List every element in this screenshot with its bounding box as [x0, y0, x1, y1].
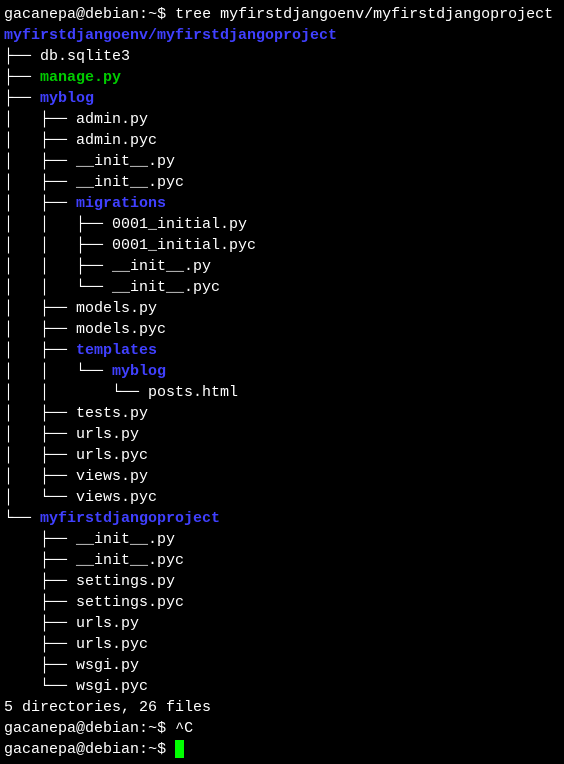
prompt-line-3[interactable]: gacanepa@debian:~$ [4, 739, 560, 760]
prompt-user: gacanepa [4, 6, 76, 23]
prompt-line-2: gacanepa@debian:~$ ^C [4, 718, 560, 739]
tree-row: ├── manage.py [4, 67, 560, 88]
file-project-init-pyc: __init__.pyc [76, 552, 184, 569]
tree-row: │ ├── migrations [4, 193, 560, 214]
file-init-py: __init__.py [76, 153, 175, 170]
cursor-icon [175, 740, 184, 758]
dir-myblog: myblog [40, 90, 94, 107]
tree-row: ├── __init__.pyc [4, 550, 560, 571]
tree-row: │ ├── urls.pyc [4, 445, 560, 466]
tree-row: │ ├── templates [4, 340, 560, 361]
dir-myfirstdjangoproject: myfirstdjangoproject [40, 510, 220, 527]
file-posts-html: posts.html [148, 384, 238, 401]
file-db-sqlite3: db.sqlite3 [40, 48, 130, 65]
file-init-pyc: __init__.pyc [76, 174, 184, 191]
file-wsgi-py: wsgi.py [76, 657, 139, 674]
tree-summary: 5 directories, 26 files [4, 697, 560, 718]
file-wsgi-pyc: wsgi.pyc [76, 678, 148, 695]
tree-row: └── wsgi.pyc [4, 676, 560, 697]
file-project-init-py: __init__.py [76, 531, 175, 548]
tree-row: ├── myblog [4, 88, 560, 109]
tree-row: │ │ └── __init__.pyc [4, 277, 560, 298]
file-views-py: views.py [76, 468, 148, 485]
tree-row: │ │ ├── 0001_initial.pyc [4, 235, 560, 256]
tree-row: │ ├── models.pyc [4, 319, 560, 340]
tree-row: │ ├── urls.py [4, 424, 560, 445]
tree-row: │ │ └── myblog [4, 361, 560, 382]
file-0001-initial-py: 0001_initial.py [112, 216, 247, 233]
file-models-py: models.py [76, 300, 157, 317]
file-admin-pyc: admin.pyc [76, 132, 157, 149]
tree-row: ├── urls.pyc [4, 634, 560, 655]
root-directory: myfirstdjangoenv/myfirstdjangoproject [4, 27, 337, 44]
command-tree: tree myfirstdjangoenv/myfirstdjangoproje… [175, 6, 553, 23]
file-urls-py: urls.py [76, 426, 139, 443]
file-migrations-init-pyc: __init__.pyc [112, 279, 220, 296]
prompt-symbol: $ [157, 6, 166, 23]
dir-migrations: migrations [76, 195, 166, 212]
file-migrations-init-py: __init__.py [112, 258, 211, 275]
file-urls-pyc: urls.pyc [76, 447, 148, 464]
tree-row: ├── __init__.py [4, 529, 560, 550]
tree-row: │ ├── admin.pyc [4, 130, 560, 151]
tree-row: │ ├── tests.py [4, 403, 560, 424]
file-views-pyc: views.pyc [76, 489, 157, 506]
prompt-line-1: gacanepa@debian:~$ tree myfirstdjangoenv… [4, 4, 560, 25]
prompt-path: ~ [148, 6, 157, 23]
file-manage-py: manage.py [40, 69, 121, 86]
file-project-urls-pyc: urls.pyc [76, 636, 148, 653]
tree-root: myfirstdjangoenv/myfirstdjangoproject [4, 25, 560, 46]
file-settings-pyc: settings.pyc [76, 594, 184, 611]
tree-row: ├── settings.py [4, 571, 560, 592]
file-models-pyc: models.pyc [76, 321, 166, 338]
tree-row: ├── wsgi.py [4, 655, 560, 676]
tree-row: │ │ └── posts.html [4, 382, 560, 403]
file-settings-py: settings.py [76, 573, 175, 590]
tree-row: └── myfirstdjangoproject [4, 508, 560, 529]
tree-row: │ ├── __init__.py [4, 151, 560, 172]
dir-templates-myblog: myblog [112, 363, 166, 380]
tree-row: │ │ ├── __init__.py [4, 256, 560, 277]
tree-row: │ │ ├── 0001_initial.py [4, 214, 560, 235]
command-ctrl-c: ^C [175, 720, 193, 737]
file-tests-py: tests.py [76, 405, 148, 422]
file-admin-py: admin.py [76, 111, 148, 128]
file-0001-initial-pyc: 0001_initial.pyc [112, 237, 256, 254]
tree-row: ├── db.sqlite3 [4, 46, 560, 67]
tree-row: ├── settings.pyc [4, 592, 560, 613]
tree-row: ├── urls.py [4, 613, 560, 634]
tree-row: │ ├── views.py [4, 466, 560, 487]
tree-row: │ ├── admin.py [4, 109, 560, 130]
file-project-urls-py: urls.py [76, 615, 139, 632]
tree-row: │ └── views.pyc [4, 487, 560, 508]
tree-row: │ ├── __init__.pyc [4, 172, 560, 193]
prompt-host: debian [85, 6, 139, 23]
dir-templates: templates [76, 342, 157, 359]
tree-row: │ ├── models.py [4, 298, 560, 319]
